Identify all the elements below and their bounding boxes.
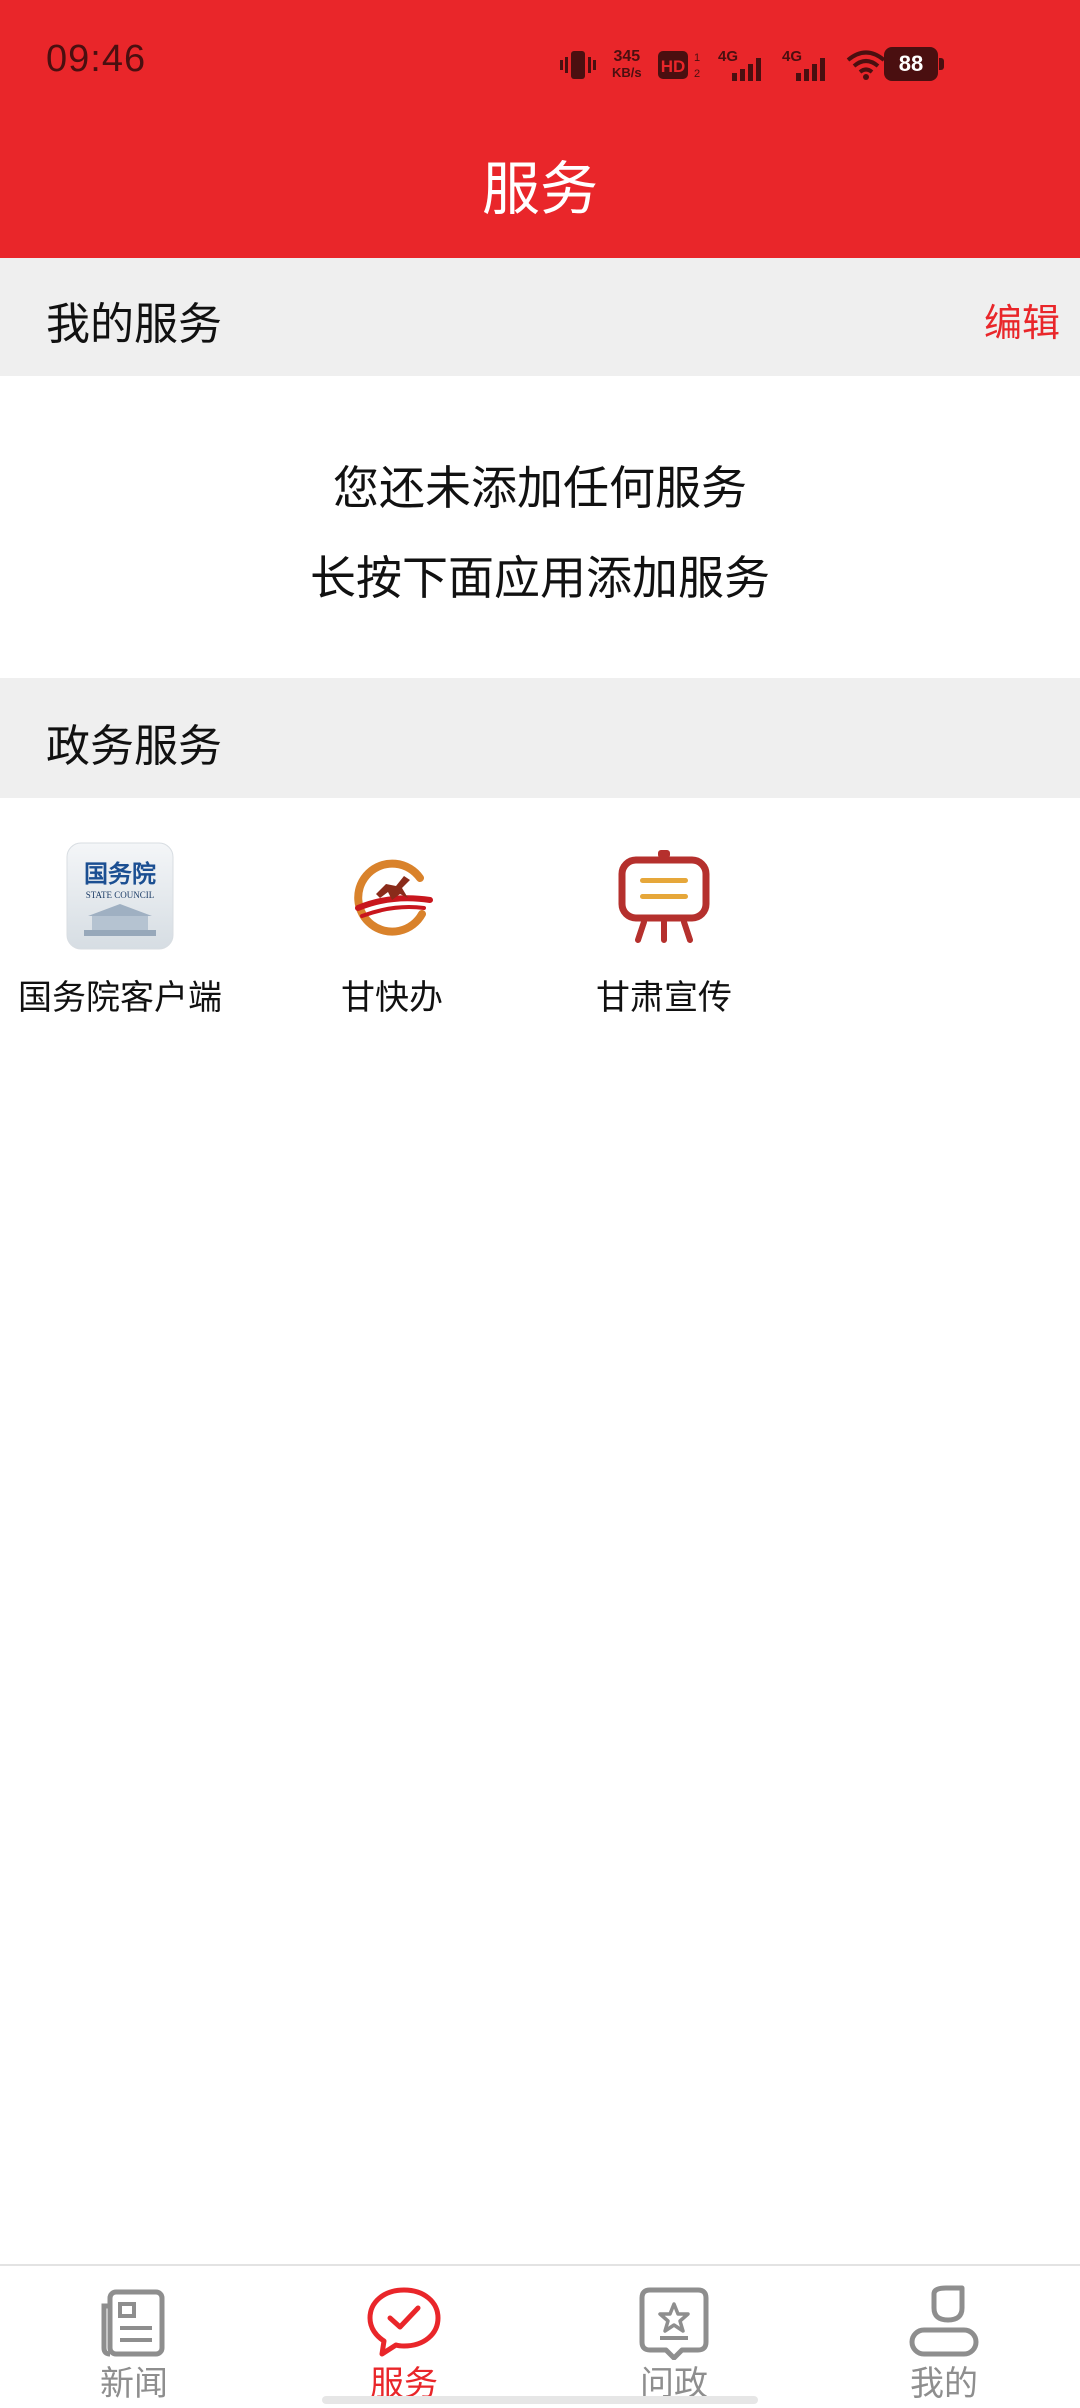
header-bar: 09:46 345 KB/s HD 1 2 4G 4G 88 服务 xyxy=(0,0,1080,258)
gov-services-title: 政务服务 xyxy=(46,721,222,772)
nav-label: 新闻 xyxy=(100,2364,168,2404)
app-state-council[interactable]: 国务院 STATE COUNCIL 国务院客户端 xyxy=(0,842,240,1019)
gansu-propaganda-board-icon xyxy=(618,850,710,943)
state-council-icon: 国务院 STATE COUNCIL xyxy=(66,842,174,950)
hd-icon: HD 1 2 xyxy=(657,51,700,80)
app-label: 甘快办 xyxy=(341,978,443,1018)
network-speed-value: 345 xyxy=(613,48,641,65)
my-services-title: 我的服务 xyxy=(46,299,222,350)
app-label: 甘肃宣传 xyxy=(596,978,732,1018)
network-speed: 345 KB/s xyxy=(612,49,642,81)
nav-mine[interactable]: 我的 xyxy=(864,2284,1024,2405)
state-council-icon-subtext: STATE COUNCIL xyxy=(86,890,155,900)
svg-text:4G: 4G xyxy=(718,48,738,65)
nav-services[interactable]: 服务 xyxy=(324,2284,484,2405)
status-icons: 345 KB/s HD 1 2 4G 4G xyxy=(560,42,886,88)
edit-button[interactable]: 编辑 xyxy=(984,292,1060,347)
status-time: 09:46 xyxy=(46,38,147,80)
signal-4g-icon: 4G xyxy=(782,48,825,81)
app-gansu-propaganda[interactable]: 甘肃宣传 xyxy=(544,842,784,1019)
svg-text:4G: 4G xyxy=(782,48,802,65)
app-gan-kuai-ban[interactable]: 甘快办 xyxy=(272,842,512,1019)
battery-icon: 88 xyxy=(884,47,944,81)
page-title: 服务 xyxy=(481,155,598,223)
empty-services-message: 您还未添加任何服务 xyxy=(333,461,747,515)
svg-text:1: 1 xyxy=(694,52,700,64)
state-council-icon-text: 国务院 xyxy=(84,860,156,888)
newspaper-icon xyxy=(101,2289,165,2357)
signal-4g-icon: 4G xyxy=(718,48,761,81)
bottom-nav: 新闻 服务 问政 我的 xyxy=(0,2264,1080,2408)
home-indicator[interactable] xyxy=(322,2396,758,2404)
gan-kuai-ban-horse-icon xyxy=(354,859,433,936)
network-speed-unit: KB/s xyxy=(612,65,642,80)
empty-services-hint: 长按下面应用添加服务 xyxy=(310,551,770,605)
svg-text:HD: HD xyxy=(660,57,685,76)
gov-services-header: 政务服务 xyxy=(0,678,1080,798)
chat-check-icon xyxy=(367,2287,441,2357)
nav-label: 我的 xyxy=(910,2364,978,2404)
star-card-icon xyxy=(639,2287,709,2360)
wifi-icon xyxy=(846,50,885,80)
battery-level: 88 xyxy=(898,51,924,76)
my-services-header: 我的服务 编辑 xyxy=(0,258,1080,376)
nav-inquiry[interactable]: 问政 xyxy=(594,2284,754,2405)
app-label: 国务院客户端 xyxy=(18,978,222,1018)
vibrate-icon xyxy=(560,51,596,79)
nav-news[interactable]: 新闻 xyxy=(54,2284,214,2405)
person-icon xyxy=(909,2285,979,2357)
svg-text:2: 2 xyxy=(694,68,700,80)
